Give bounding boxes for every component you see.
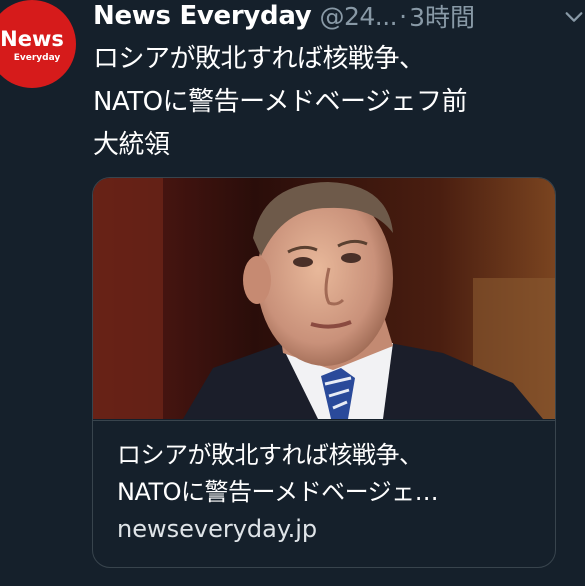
avatar-logo-text: News [0,27,64,51]
link-card[interactable]: ロシアが敗北すれば核戦争、 NATOに警告ーメドベージェ… newseveryd… [92,177,556,568]
avatar[interactable]: News Everyday [0,0,76,88]
tweet-text-line: 大統領 [93,130,170,160]
tweet-text-line: ロシアが敗北すれば核戦争、 [93,44,425,74]
card-title-line: NATOに警告ーメドベージェ… [117,478,439,506]
card-domain: newseveryday.jp [117,515,318,543]
tweet[interactable]: News Everyday News Everyday @24... · 3時間… [0,0,585,586]
chevron-down-icon[interactable] [563,6,585,28]
avatar-logo-subtext: Everyday [13,53,61,63]
card-title: ロシアが敗北すれば核戦争、 NATOに警告ーメドベージェ… [117,437,537,511]
timestamp[interactable]: 3時間 [409,0,475,34]
tweet-header: News Everyday @24... · 3時間 [93,0,565,32]
display-name[interactable]: News Everyday [93,1,312,31]
card-title-line: ロシアが敗北すれば核戦争、 [117,441,423,469]
user-handle[interactable]: @24... [319,2,397,31]
photo-man-in-suit [93,178,555,419]
separator: · [399,1,408,31]
card-body[interactable]: ロシアが敗北すれば核戦争、 NATOに警告ーメドベージェ… newseveryd… [93,420,555,567]
tweet-text: ロシアが敗北すれば核戦争、 NATOに警告ーメドベージェフ前 大統領 [93,38,563,167]
tweet-text-line: NATOに警告ーメドベージェフ前 [93,87,468,117]
card-image[interactable] [93,178,555,419]
